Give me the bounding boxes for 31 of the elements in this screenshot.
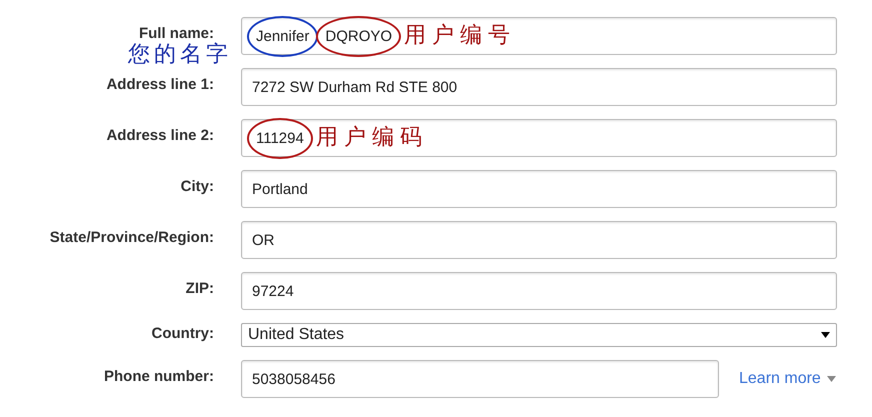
field-label: Address line 2:	[106, 127, 214, 144]
handwritten-note: 您的名字	[128, 44, 232, 66]
learn-more-link[interactable]: Learn more	[739, 370, 836, 388]
text-field[interactable]: 111294 用户编码	[241, 119, 837, 157]
text-field[interactable]: 97224	[241, 272, 837, 310]
circled-text: Jennifer	[247, 16, 318, 56]
text-field[interactable]: 7272 SW Durham Rd STE 800	[241, 68, 837, 106]
field-value: 97224	[252, 282, 294, 300]
field-value: OR	[252, 232, 274, 248]
field-label: ZIP:	[186, 280, 214, 297]
text-field[interactable]: Portland	[241, 170, 837, 208]
dropdown-arrow-icon	[821, 332, 830, 338]
text-field[interactable]: OR	[241, 221, 837, 259]
field-value: 5038058456	[252, 370, 336, 388]
circled-text: DQROYO	[316, 16, 402, 56]
field-value: United States	[248, 326, 344, 344]
handwritten-note: 用户编码	[316, 127, 428, 149]
field-value: 7272 SW Durham Rd STE 800	[252, 78, 458, 96]
field-label: Country:	[152, 325, 214, 342]
field-label: State/Province/Region:	[50, 229, 214, 246]
caret-icon	[826, 376, 836, 382]
text-field[interactable]: Jennifer DQROYO 用户编号	[241, 17, 837, 55]
field-label: Address line 1:	[106, 76, 214, 93]
handwritten-note: 用户编号	[404, 25, 516, 47]
field-label: Full name:	[138, 25, 214, 42]
field-value: Portland	[252, 180, 308, 198]
field-label: Phone number:	[104, 368, 214, 385]
circled-text: 111294	[247, 118, 313, 158]
field-label: City:	[180, 178, 214, 195]
text-field[interactable]: 5038058456	[241, 360, 719, 398]
country-select[interactable]: United States	[241, 323, 837, 347]
